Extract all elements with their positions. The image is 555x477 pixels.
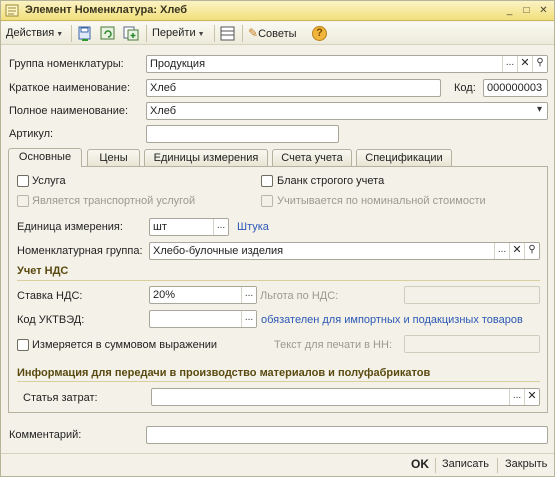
unit-link[interactable]: Штука xyxy=(237,221,269,233)
vat-rate-label: Ставка НДС: xyxy=(17,290,83,302)
save-button[interactable]: Записать xyxy=(442,458,489,470)
strict-form-label: Бланк строгого учета xyxy=(277,175,385,187)
article-field[interactable] xyxy=(146,125,339,143)
unit-field[interactable]: шт ... xyxy=(149,218,229,236)
tab-prices[interactable]: Цены xyxy=(87,149,140,167)
full-name-value: Хлеб xyxy=(150,105,177,117)
nominal-label: Учитывается по номинальной стоимости xyxy=(277,195,486,207)
code-label: Код: xyxy=(454,82,476,94)
tips-button-label: Советы xyxy=(258,28,297,40)
group-field[interactable]: Продукция ... ✕ ⚲ xyxy=(146,55,548,73)
nominal-checkbox[interactable] xyxy=(261,195,273,207)
article-label: Артикул: xyxy=(9,128,54,140)
clear-icon[interactable]: ✕ xyxy=(524,389,539,405)
full-name-label: Полное наименование: xyxy=(9,105,129,117)
bottom-divider xyxy=(497,458,498,473)
ellipsis-icon[interactable]: ... xyxy=(509,389,524,405)
goto-menu-label: Перейти xyxy=(152,27,196,39)
minimize-icon[interactable]: _ xyxy=(503,5,516,17)
vat-rate-value: 20% xyxy=(153,289,176,301)
tab-specifications[interactable]: Спецификации xyxy=(356,149,452,167)
toolbar-divider xyxy=(242,25,243,42)
section-divider xyxy=(17,381,540,382)
tab-main[interactable]: Основные xyxy=(8,148,82,167)
structure-icon[interactable] xyxy=(219,25,237,42)
print-text-label: Текст для печати в НН: xyxy=(274,339,392,351)
short-name-field[interactable]: Хлеб xyxy=(146,79,441,97)
short-name-value: Хлеб xyxy=(150,82,177,94)
tab-accounts[interactable]: Счета учета xyxy=(272,149,352,167)
unit-label: Единица измерения: xyxy=(17,221,123,233)
sum-expr-checkbox[interactable] xyxy=(17,339,29,351)
short-name-label: Краткое наименование: xyxy=(9,82,131,94)
ellipsis-icon[interactable]: ... xyxy=(213,219,228,235)
dropdown-icon[interactable]: ▾ xyxy=(532,103,547,119)
nom-group-field[interactable]: Хлебо-булочные изделия ... ✕ ⚲ xyxy=(149,242,540,260)
window-controls: _ □ ✕ xyxy=(503,5,550,17)
toolbar: Действия ▼ Перейти ▼ ✎Советы ? xyxy=(1,22,554,45)
help-icon[interactable]: ? xyxy=(312,26,327,41)
chevron-down-icon: ▼ xyxy=(197,31,205,38)
section-divider xyxy=(17,280,540,281)
tips-button[interactable]: ✎Советы xyxy=(248,25,297,42)
search-icon[interactable]: ⚲ xyxy=(524,243,539,259)
pen-icon: ✎ xyxy=(248,26,259,40)
window-title: Элемент Номенклатура: Хлеб xyxy=(25,4,188,16)
code-field[interactable]: 000000003 xyxy=(483,79,548,97)
ellipsis-icon[interactable]: ... xyxy=(241,311,256,327)
transport-checkbox[interactable] xyxy=(17,195,29,207)
group-label: Группа номенклатуры: xyxy=(9,58,124,70)
title-bar: Элемент Номенклатура: Хлеб _ □ ✕ xyxy=(1,1,554,21)
ellipsis-icon[interactable]: ... xyxy=(241,287,256,303)
transport-label: Является транспортной услугой xyxy=(32,195,196,207)
bottom-divider xyxy=(435,458,436,473)
copy-icon[interactable] xyxy=(122,25,140,42)
toolbar-divider xyxy=(146,25,147,42)
document-icon xyxy=(5,4,19,17)
ukt-link[interactable]: обязателен для импортных и подакцизных т… xyxy=(261,314,523,326)
close-icon[interactable]: ✕ xyxy=(537,5,550,17)
cost-item-field[interactable]: ... ✕ xyxy=(151,388,540,406)
nom-group-label: Номенклатурная группа: xyxy=(17,245,143,257)
strict-form-checkbox[interactable] xyxy=(261,175,273,187)
ukt-field[interactable]: ... xyxy=(149,310,257,328)
ellipsis-icon[interactable]: ... xyxy=(502,56,517,72)
service-label: Услуга xyxy=(32,175,66,187)
vat-section-title: Учет НДС xyxy=(17,265,69,277)
maximize-icon[interactable]: □ xyxy=(520,5,533,17)
actions-menu-label: Действия xyxy=(6,27,55,39)
goto-menu[interactable]: Перейти ▼ xyxy=(152,25,205,42)
refresh-icon[interactable] xyxy=(99,25,117,42)
actions-menu[interactable]: Действия ▼ xyxy=(6,25,63,42)
production-section-title: Информация для передачи в производство м… xyxy=(17,367,431,379)
ok-button[interactable]: OK xyxy=(411,457,429,471)
nom-group-value: Хлебо-булочные изделия xyxy=(153,245,284,257)
tab-units[interactable]: Единицы измерения xyxy=(144,149,268,167)
full-name-field[interactable]: Хлеб ▾ xyxy=(146,102,548,120)
toolbar-divider xyxy=(214,25,215,42)
comment-field[interactable] xyxy=(146,426,548,444)
service-checkbox[interactable] xyxy=(17,175,29,187)
code-value: 000000003 xyxy=(487,82,543,94)
close-button[interactable]: Закрыть xyxy=(505,458,547,470)
ellipsis-icon[interactable]: ... xyxy=(494,243,509,259)
bottom-bar: OK Записать Закрыть xyxy=(1,453,554,476)
toolbar-divider xyxy=(71,25,72,42)
vat-benefit-label: Льгота по НДС: xyxy=(260,290,339,302)
vat-benefit-field[interactable] xyxy=(404,286,540,304)
group-value: Продукция xyxy=(150,58,206,70)
chevron-down-icon: ▼ xyxy=(56,31,64,38)
comment-label: Комментарий: xyxy=(9,429,82,441)
unit-value: шт xyxy=(153,221,167,233)
ukt-label: Код УКТВЭД: xyxy=(17,314,85,326)
clear-icon[interactable]: ✕ xyxy=(509,243,524,259)
sum-expr-label: Измеряется в суммовом выражении xyxy=(32,339,218,351)
search-icon[interactable]: ⚲ xyxy=(532,56,547,72)
dialog-window: Элемент Номенклатура: Хлеб _ □ ✕ Действи… xyxy=(0,0,555,477)
cost-item-label: Статья затрат: xyxy=(23,392,98,404)
print-text-field[interactable] xyxy=(404,335,540,353)
save-and-close-icon[interactable] xyxy=(76,25,94,42)
clear-icon[interactable]: ✕ xyxy=(517,56,532,72)
vat-rate-field[interactable]: 20% ... xyxy=(149,286,257,304)
